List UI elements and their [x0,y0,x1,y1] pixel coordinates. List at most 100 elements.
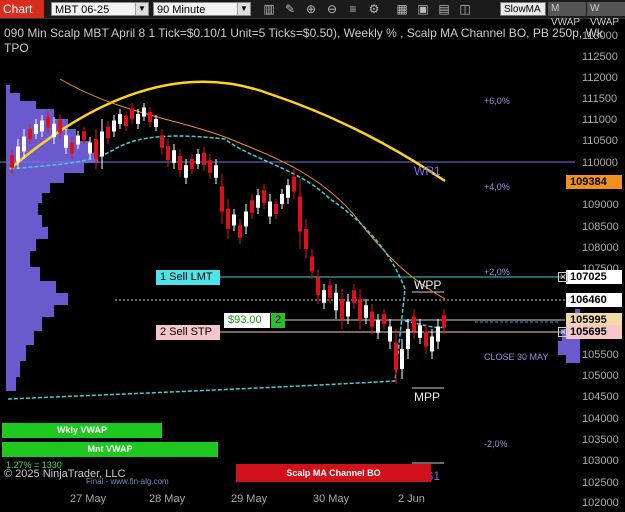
candle-body [178,156,182,170]
instrument-selector[interactable]: MBT 06-25 ▼ [51,2,149,16]
candle-body [172,150,176,163]
candle-body [358,299,362,319]
candle-body [262,190,266,203]
candle-body [442,315,446,328]
candle-body [310,256,314,272]
candle-body [328,285,332,298]
candle-body [232,214,236,226]
candle-body [34,124,38,134]
candle-body [238,225,242,238]
time-tick: 28 May [149,493,186,505]
candle-body [190,159,194,169]
candle-body [130,108,134,119]
wr1-label: WR1 [414,164,441,178]
price-marker-sell-limit: 107025 [566,270,622,284]
price-tick: 108000 [582,242,619,254]
bar-style-icon[interactable]: ▥ [262,2,276,16]
candle-body [160,135,164,148]
candle-body [118,114,122,124]
candle-body [322,290,326,303]
price-marker-last: 106460 [566,293,622,307]
m-vwap-button[interactable]: M VWAP [548,2,586,28]
w-vwap-button[interactable]: W VWAP [587,2,625,28]
sell-limit-order-tag[interactable]: 1 Sell LMT [156,270,220,285]
price-tick: 103500 [582,434,619,446]
chart-title: 090 Min Scalp MBT April 8 1 Tick=$0.10/1… [4,26,603,40]
chevron-down-icon[interactable]: ▼ [237,3,250,15]
candle-body [196,154,200,164]
candle-body [298,196,302,232]
price-tick: 103000 [582,455,619,467]
time-tick: 2 Jun [398,493,425,505]
candle-body [220,186,224,212]
candle-body [166,146,170,160]
candle-body [106,126,110,139]
zoom-in-icon[interactable]: ⊕ [304,2,318,16]
candle-body [58,120,62,133]
candle-body [208,160,212,173]
candle-body [88,142,92,154]
candle-body [82,131,86,140]
candle-body [70,142,74,154]
candle-body [100,131,104,157]
data-box-icon[interactable]: ▣ [416,2,430,16]
interval-selector[interactable]: 90 Minute ▼ [153,2,251,16]
candle-body [292,176,296,192]
price-tick: 102500 [582,477,619,489]
candle-body [142,107,146,117]
candle-body [40,120,44,132]
candle-body [376,320,380,333]
price-marker-sell-stop: 105695 [566,325,622,339]
price-tick: 104000 [582,413,619,425]
candle-body [124,116,128,126]
properties-icon[interactable]: ≡ [346,2,360,16]
candle-body [406,329,410,349]
candle-body [22,136,26,152]
chevron-down-icon[interactable]: ▼ [135,3,148,15]
drawing-tool-icon[interactable]: ✎ [283,2,297,16]
time-tick: 30 May [313,493,350,505]
cancel-order-icon[interactable]: ✕ [558,327,568,337]
price-tick: 109000 [582,199,619,211]
position-pnl[interactable]: $93.00 [224,313,270,328]
candle-body [364,305,368,318]
position-quantity[interactable]: 2 [271,313,285,328]
price-tick: 105000 [582,370,619,382]
sell-stop-order-tag[interactable]: 2 Sell STP [156,325,220,340]
candle-body [10,155,14,168]
price-tick: 111000 [582,114,618,126]
template-icon[interactable]: ▤ [437,2,451,16]
chart-toolbar: Chart MBT 06-25 ▼ 90 Minute ▼ ▥ ✎ ⊕ ⊖ ≡ … [0,0,625,28]
candle-body [268,201,272,217]
chart-tab[interactable]: Chart [0,0,44,18]
price-tick: 112000 [582,72,618,84]
candle-body [370,311,374,327]
price-tick: 111500 [582,93,618,105]
candle-body [424,331,428,347]
candle-body [184,165,188,178]
candle-body [400,349,404,369]
cancel-order-icon[interactable]: ✕ [558,272,568,282]
wkly-vwap-legend: Wkly VWAP [2,423,162,438]
pct-level-6: +6,0% [484,96,510,106]
instrument-value: MBT 06-25 [55,4,110,16]
source-link[interactable]: Final - www.fin-alg.com [86,477,169,486]
price-tick: 112500 [582,51,618,63]
chart-panel[interactable]: 113000 112500 112000 111500 111000 11050… [0,19,625,512]
price-tick: 108500 [582,221,619,233]
candle-body [148,112,152,122]
mpp-label: MPP [414,390,441,404]
candle-body [274,204,278,214]
candle-body [154,119,158,127]
chart-trader-icon[interactable]: ▦ [395,2,409,16]
strategy-icon[interactable]: ⚙ [367,2,381,16]
price-chart[interactable] [0,19,625,512]
window-icon[interactable]: ◫ [458,2,472,16]
time-tick: 27 May [70,493,107,505]
candle-body [226,209,230,229]
mnt-vwap-legend: Mnt VWAP [2,442,218,457]
zoom-out-icon[interactable]: ⊖ [325,2,339,16]
candle-body [352,290,356,303]
slowma-button[interactable]: SlowMA [500,2,546,16]
candle-body [430,336,434,352]
